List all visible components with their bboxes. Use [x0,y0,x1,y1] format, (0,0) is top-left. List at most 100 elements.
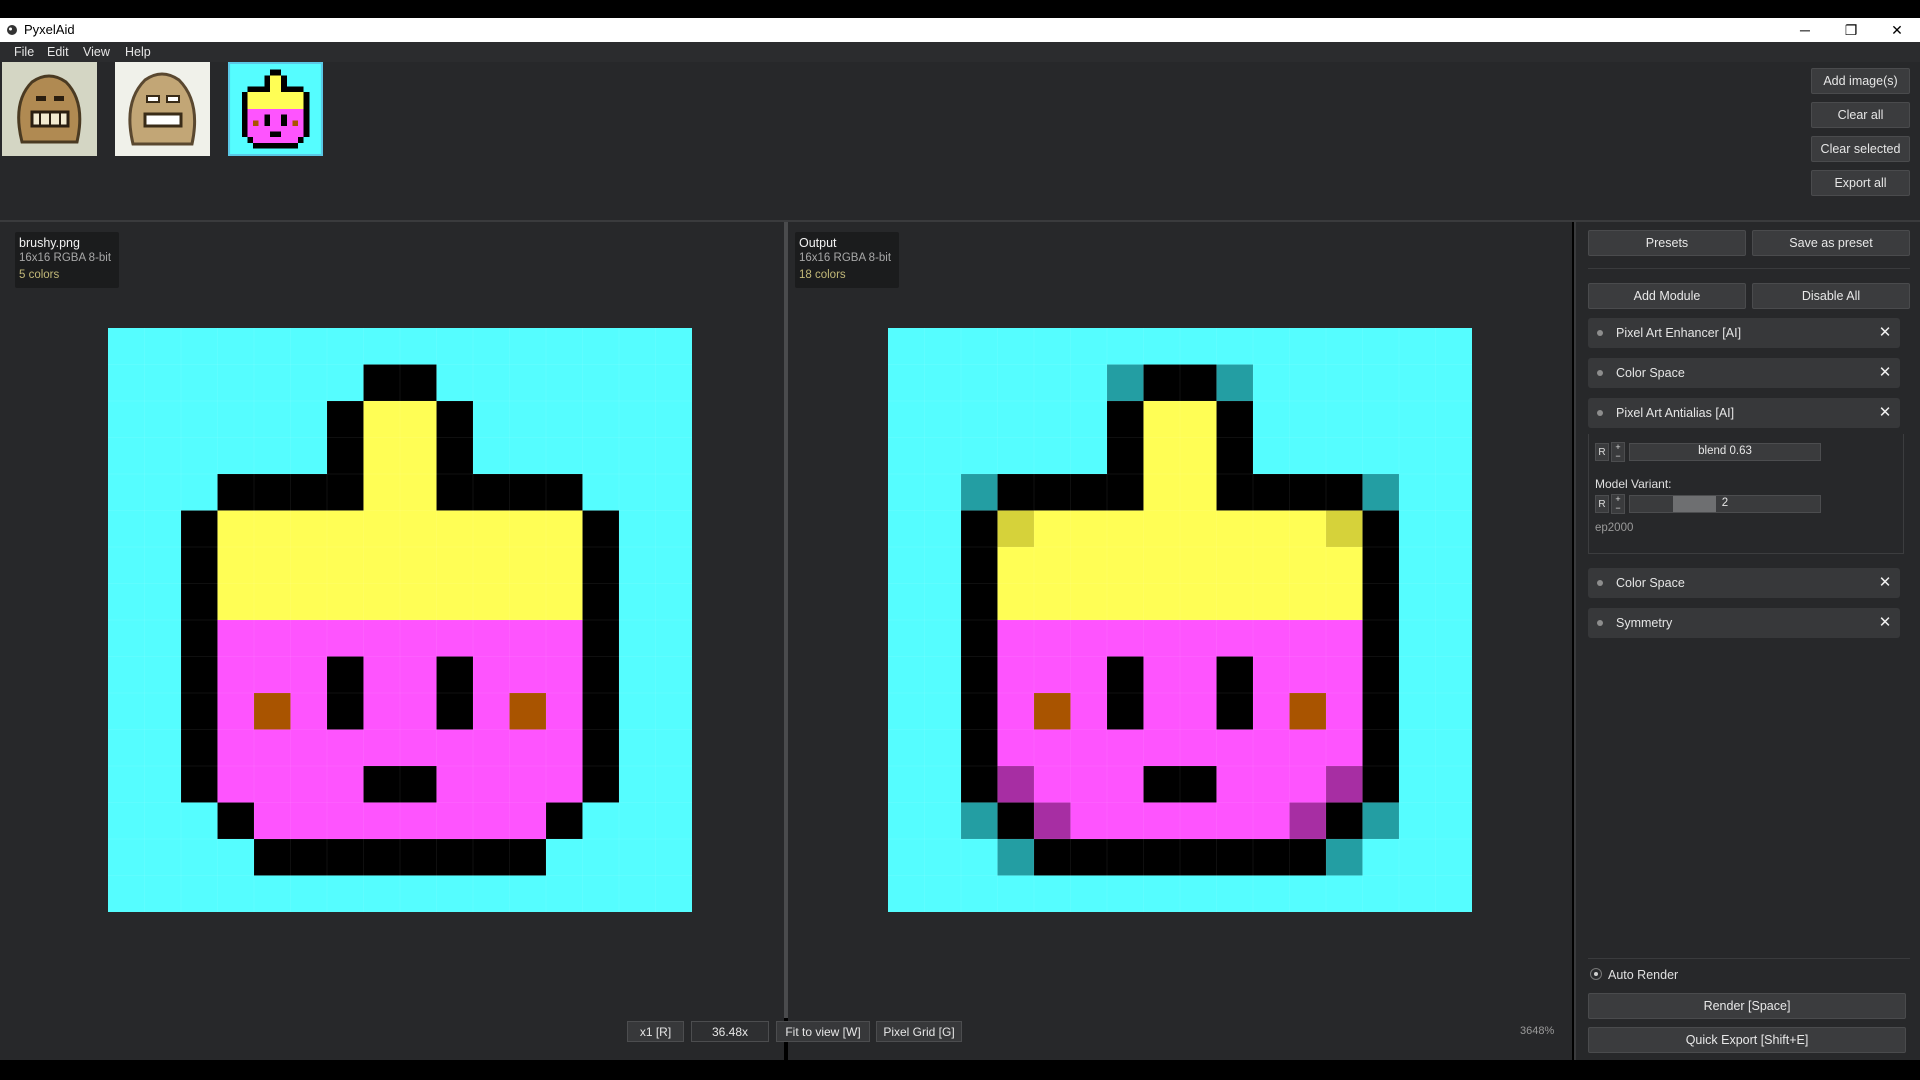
pixel-grid-button[interactable]: Pixel Grid [G] [876,1021,962,1042]
pixel [997,839,1034,876]
pixel [236,92,242,98]
module-status-dot[interactable] [1597,330,1603,336]
menu-file[interactable]: File [14,45,34,59]
add-images-button[interactable]: Add image(s) [1811,68,1910,94]
auto-render-radio[interactable] [1590,968,1602,980]
pixel [275,86,282,93]
pixel [298,114,304,121]
input-pixel-canvas[interactable] [108,328,692,912]
pixel [924,364,961,401]
pixel [655,875,692,912]
module-color-space[interactable]: Color Space ✕ [1588,358,1900,388]
remove-module-button[interactable]: ✕ [1876,363,1894,381]
reset-variant-button[interactable]: R [1595,495,1609,513]
module-symmetry[interactable]: Symmetry ✕ [1588,608,1900,638]
remove-module-button[interactable]: ✕ [1876,403,1894,421]
pixel [1180,583,1217,620]
pixel [582,802,619,839]
pixel [309,125,315,132]
pixel [327,729,364,766]
pixel [298,120,304,126]
presets-button[interactable]: Presets [1588,230,1746,256]
pixel [509,729,546,766]
export-all-button[interactable]: Export all [1811,170,1910,196]
pixel [253,97,259,104]
pixel [241,142,248,149]
pixel [1107,583,1144,620]
module-pixel-art-antialias[interactable]: Pixel Art Antialias [AI] ✕ [1588,398,1900,428]
restore-button[interactable]: ❐ [1828,18,1874,42]
pixel [363,802,400,839]
pixel [281,86,287,93]
pixel [924,839,961,876]
zoom-x1-button[interactable]: x1 [R] [627,1021,684,1042]
module-status-dot[interactable] [1597,620,1603,626]
remove-module-button[interactable]: ✕ [1876,573,1894,591]
quick-export-button[interactable]: Quick Export [Shift+E] [1588,1027,1906,1053]
input-view[interactable]: brushy.png 16x16 RGBA 8-bit 5 colors [0,222,784,1060]
menu-view[interactable]: View [83,45,110,59]
pixel [290,875,327,912]
pixel [997,583,1034,620]
menu-edit[interactable]: Edit [47,45,69,59]
reset-blend-button[interactable]: R [1595,443,1609,461]
output-pixel-canvas[interactable] [888,328,1472,912]
render-button[interactable]: Render [Space] [1588,993,1906,1019]
thumbnail-brushy[interactable] [228,62,323,156]
module-color-space-2[interactable]: Color Space ✕ [1588,568,1900,598]
pixel [144,693,181,730]
pixel [924,583,961,620]
pixel [298,69,304,76]
pixel [1070,620,1107,657]
pixel [314,109,321,115]
menu-help[interactable]: Help [125,45,151,59]
save-preset-button[interactable]: Save as preset [1752,230,1910,256]
thumbnail-golem-grin[interactable] [2,62,97,156]
pixel [275,142,282,149]
remove-module-button[interactable]: ✕ [1876,323,1894,341]
close-window-button[interactable]: ✕ [1874,18,1920,42]
pixel [436,547,473,584]
pixel [1034,364,1071,401]
pixel [924,401,961,438]
pixel [258,120,265,126]
pixel [181,583,218,620]
model-variant-slider[interactable]: 2 [1629,495,1821,513]
fit-to-view-button[interactable]: Fit to view [W] [776,1021,870,1042]
clear-selected-button[interactable]: Clear selected [1811,136,1910,162]
pixel [1399,328,1436,365]
variant-stepper[interactable]: + − [1611,494,1625,514]
add-module-button[interactable]: Add Module [1588,283,1746,309]
output-view[interactable]: Output 16x16 RGBA 8-bit 18 colors [788,222,1572,1060]
module-status-dot[interactable] [1597,410,1603,416]
pixel [582,437,619,474]
pixel [473,875,510,912]
pixel [298,131,304,138]
blend-slider[interactable]: blend 0.63 [1629,443,1821,461]
model-variant-label: Model Variant: [1595,477,1672,491]
pixel [181,437,218,474]
pixel [275,114,282,121]
pixel [619,328,656,365]
module-pixel-art-enhancer[interactable]: Pixel Art Enhancer [AI] ✕ [1588,318,1900,348]
pixel [275,92,282,98]
pixel [236,80,242,87]
pixel [269,148,276,154]
pixel [1289,839,1326,876]
zoom-input[interactable]: 36.48x [691,1021,769,1042]
pixel [1253,620,1290,657]
pixel [888,474,925,511]
remove-module-button[interactable]: ✕ [1876,613,1894,631]
pixel [254,693,291,730]
module-status-dot[interactable] [1597,370,1603,376]
pixel [217,583,254,620]
pixel [217,364,254,401]
blend-stepper[interactable]: + − [1611,442,1625,462]
disable-all-button[interactable]: Disable All [1752,283,1910,309]
module-status-dot[interactable] [1597,580,1603,586]
clear-all-button[interactable]: Clear all [1811,102,1910,128]
pixel [1253,510,1290,547]
thumbnail-golem-frown[interactable] [115,62,210,156]
pixel [269,120,276,126]
minimize-button[interactable]: ─ [1782,18,1828,42]
